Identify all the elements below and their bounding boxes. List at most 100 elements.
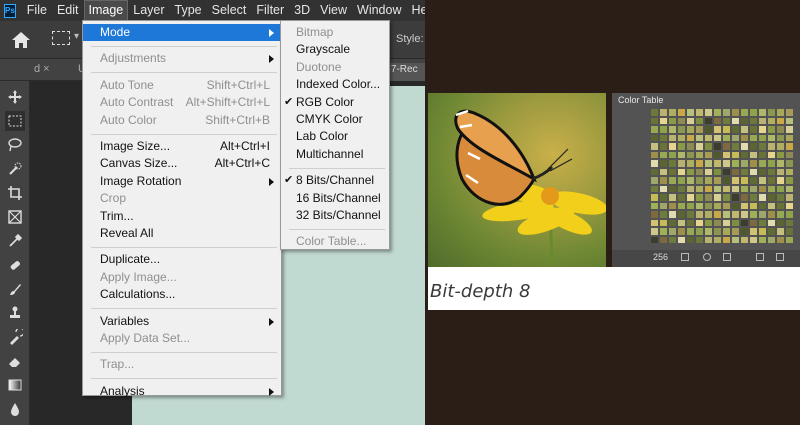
color-swatch[interactable] bbox=[659, 108, 668, 117]
color-swatch[interactable] bbox=[659, 218, 668, 227]
color-swatch[interactable] bbox=[722, 116, 731, 125]
color-swatch[interactable] bbox=[650, 159, 659, 168]
color-swatch[interactable] bbox=[686, 184, 695, 193]
color-swatch[interactable] bbox=[686, 125, 695, 134]
menu-type[interactable]: Type bbox=[170, 0, 207, 21]
color-swatch[interactable] bbox=[650, 235, 659, 244]
color-swatch[interactable] bbox=[677, 235, 686, 244]
color-swatch[interactable] bbox=[668, 176, 677, 185]
color-swatch[interactable] bbox=[659, 201, 668, 210]
home-icon[interactable] bbox=[8, 29, 34, 51]
color-swatch[interactable] bbox=[713, 150, 722, 159]
color-swatch[interactable] bbox=[713, 227, 722, 236]
color-swatch[interactable] bbox=[704, 159, 713, 168]
color-swatch[interactable] bbox=[668, 193, 677, 202]
eraser-tool-icon[interactable] bbox=[5, 351, 25, 371]
color-swatch[interactable] bbox=[785, 193, 794, 202]
color-swatch[interactable] bbox=[677, 125, 686, 134]
color-swatch[interactable] bbox=[758, 201, 767, 210]
color-swatch[interactable] bbox=[785, 176, 794, 185]
color-swatch[interactable] bbox=[758, 167, 767, 176]
color-swatch[interactable] bbox=[704, 193, 713, 202]
menu-layer[interactable]: Layer bbox=[128, 0, 169, 21]
color-swatch[interactable] bbox=[767, 218, 776, 227]
menu-item-reveal-all[interactable]: Reveal All bbox=[83, 225, 281, 242]
new-color-icon[interactable] bbox=[756, 253, 764, 261]
color-swatch[interactable] bbox=[785, 210, 794, 219]
color-swatch[interactable] bbox=[767, 176, 776, 185]
eyedropper-icon[interactable] bbox=[703, 253, 711, 261]
menu-item-grayscale[interactable]: Grayscale bbox=[281, 41, 389, 58]
color-swatch[interactable] bbox=[749, 116, 758, 125]
color-swatch[interactable] bbox=[704, 116, 713, 125]
menu-item-bitmap[interactable]: Bitmap bbox=[281, 24, 389, 41]
color-swatch[interactable] bbox=[776, 201, 785, 210]
color-swatch[interactable] bbox=[695, 159, 704, 168]
menu-item-mode[interactable]: Mode bbox=[83, 24, 281, 41]
color-swatch[interactable] bbox=[713, 159, 722, 168]
tab-document-1[interactable]: d × bbox=[34, 63, 50, 75]
color-swatch[interactable] bbox=[749, 227, 758, 236]
menu-item-apply-image[interactable]: Apply Image... bbox=[83, 269, 281, 286]
color-swatch[interactable] bbox=[740, 116, 749, 125]
menu-item-lab-color[interactable]: Lab Color bbox=[281, 128, 389, 145]
color-swatch[interactable] bbox=[677, 193, 686, 202]
color-swatch[interactable] bbox=[785, 125, 794, 134]
menu-item-32-bits-channel[interactable]: 32 Bits/Channel bbox=[281, 207, 389, 224]
brush-tool-icon[interactable] bbox=[5, 279, 25, 299]
color-swatch[interactable] bbox=[659, 142, 668, 151]
color-swatch[interactable] bbox=[659, 159, 668, 168]
color-swatch[interactable] bbox=[650, 176, 659, 185]
color-swatch[interactable] bbox=[668, 125, 677, 134]
color-swatch[interactable] bbox=[713, 125, 722, 134]
color-swatch[interactable] bbox=[713, 201, 722, 210]
color-swatch[interactable] bbox=[677, 167, 686, 176]
color-swatch[interactable] bbox=[731, 167, 740, 176]
menu-item-auto-contrast[interactable]: Auto Contrast Alt+Shift+Ctrl+L bbox=[83, 94, 281, 111]
color-swatch[interactable] bbox=[785, 167, 794, 176]
color-swatch[interactable] bbox=[686, 235, 695, 244]
color-swatch[interactable] bbox=[767, 235, 776, 244]
color-swatch[interactable] bbox=[677, 184, 686, 193]
color-swatch[interactable] bbox=[731, 159, 740, 168]
color-swatch[interactable] bbox=[740, 193, 749, 202]
move-tool-icon[interactable] bbox=[5, 87, 25, 107]
color-swatch[interactable] bbox=[668, 210, 677, 219]
lock-icon[interactable] bbox=[723, 253, 731, 261]
color-swatch[interactable] bbox=[650, 150, 659, 159]
color-swatch[interactable] bbox=[695, 142, 704, 151]
color-swatch[interactable] bbox=[677, 142, 686, 151]
color-swatch[interactable] bbox=[722, 108, 731, 117]
menu-window[interactable]: Window bbox=[352, 0, 406, 21]
color-swatch[interactable] bbox=[731, 210, 740, 219]
color-swatch[interactable] bbox=[758, 218, 767, 227]
color-swatch[interactable] bbox=[704, 108, 713, 117]
color-swatch[interactable] bbox=[704, 150, 713, 159]
menu-item-cmyk-color[interactable]: CMYK Color bbox=[281, 111, 389, 128]
color-swatch[interactable] bbox=[776, 108, 785, 117]
menu-item-apply-data-set[interactable]: Apply Data Set... bbox=[83, 330, 281, 347]
color-swatch[interactable] bbox=[704, 201, 713, 210]
color-swatch[interactable] bbox=[695, 176, 704, 185]
menu-item-canvas-size[interactable]: Canvas Size... Alt+Ctrl+C bbox=[83, 155, 281, 172]
color-swatch[interactable] bbox=[713, 142, 722, 151]
color-swatch[interactable] bbox=[758, 176, 767, 185]
color-swatch[interactable] bbox=[695, 150, 704, 159]
color-swatch[interactable] bbox=[677, 108, 686, 117]
color-swatch[interactable] bbox=[686, 227, 695, 236]
color-swatch[interactable] bbox=[749, 167, 758, 176]
color-swatch[interactable] bbox=[722, 167, 731, 176]
marquee-tool-icon[interactable] bbox=[5, 111, 25, 131]
color-swatch[interactable] bbox=[776, 193, 785, 202]
color-swatch[interactable] bbox=[776, 210, 785, 219]
color-swatch[interactable] bbox=[758, 184, 767, 193]
menu-item-variables[interactable]: Variables bbox=[83, 313, 281, 330]
color-swatch[interactable] bbox=[740, 142, 749, 151]
color-swatch[interactable] bbox=[704, 210, 713, 219]
color-swatch[interactable] bbox=[668, 116, 677, 125]
color-swatch[interactable] bbox=[713, 167, 722, 176]
color-swatch[interactable] bbox=[776, 133, 785, 142]
menu-item-crop[interactable]: Crop bbox=[83, 190, 281, 207]
color-swatch[interactable] bbox=[659, 235, 668, 244]
color-swatch[interactable] bbox=[749, 176, 758, 185]
